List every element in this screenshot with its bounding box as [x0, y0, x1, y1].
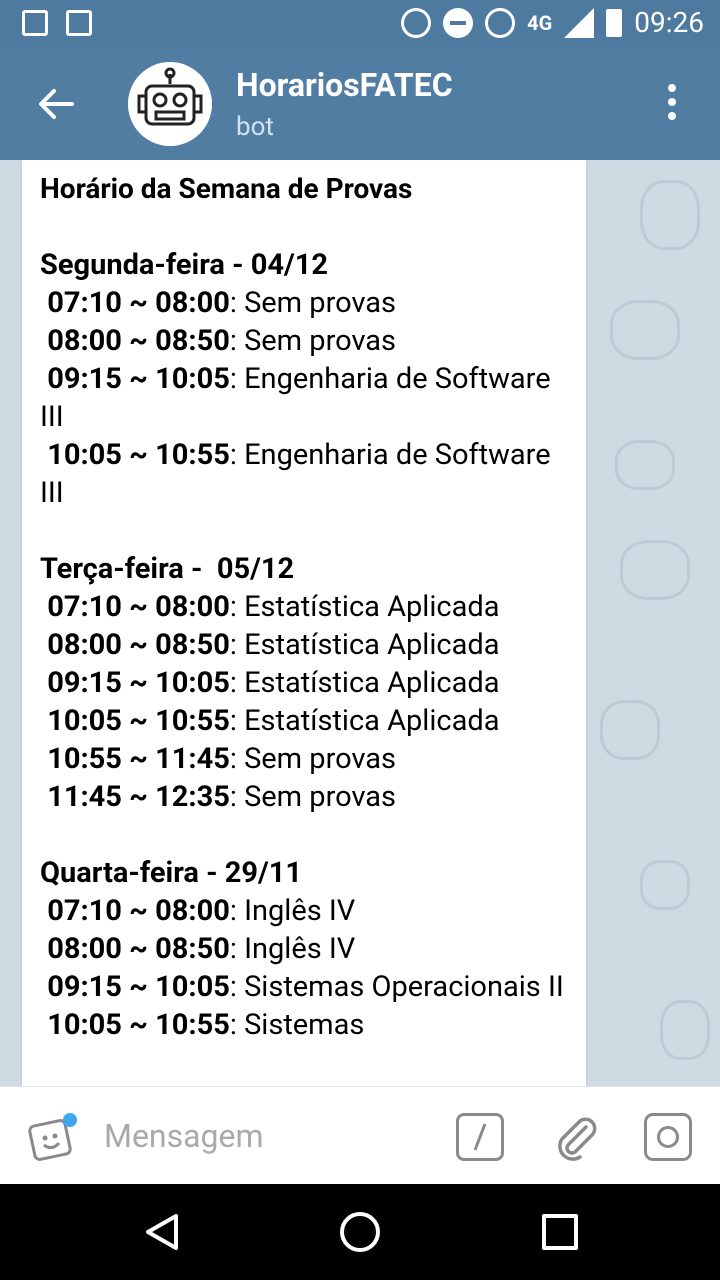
battery-icon [606, 8, 623, 37]
schedule-line: 08:00 ~ 08:50: Estatística Aplicada [47, 628, 500, 662]
day-heading: Segunda-feira - 04/12 [40, 248, 329, 282]
image-notification-icon [22, 10, 48, 36]
schedule-line: 07:10 ~ 08:00: Inglês IV [47, 894, 356, 928]
schedule-line: 07:10 ~ 08:00: Estatística Aplicada [47, 590, 500, 624]
background-doodle [640, 860, 690, 910]
network-type: 4G [527, 10, 553, 35]
schedule-line: 09:15 ~ 10:05: Sistemas Operacionais II [47, 970, 564, 1004]
schedule-line: 10:05 ~ 10:55: Estatística Aplicada [47, 704, 500, 738]
system-nav-bar [0, 1184, 720, 1280]
schedule-line: 08:00 ~ 08:50: Sem provas [47, 324, 397, 358]
paperclip-icon[interactable] [552, 1113, 600, 1161]
nav-recents-icon[interactable] [542, 1214, 578, 1250]
signal-icon [564, 7, 595, 38]
schedule-line: 07:10 ~ 08:00: Sem provas [47, 286, 397, 320]
gmail-notification-icon [66, 10, 92, 36]
clock: 09:26 [634, 6, 704, 39]
nav-home-icon[interactable] [340, 1212, 380, 1252]
status-bar: 4G 09:26 [0, 0, 720, 48]
chat-header: HorariosFATEC bot [0, 48, 720, 160]
schedule-line: 10:05 ~ 10:55: Engenharia de Software II… [40, 438, 551, 510]
background-doodle [600, 700, 660, 760]
chat-area[interactable]: Horário da Semana de Provas Segunda-feir… [0, 160, 720, 1086]
background-doodle [610, 300, 680, 360]
schedule-line: 10:05 ~ 10:55: Sistemas [47, 1008, 365, 1042]
alarm-icon [485, 7, 516, 38]
background-doodle [615, 440, 675, 490]
day-heading: Quarta-feira - 29/11 [40, 856, 303, 890]
bot-avatar[interactable] [128, 62, 212, 146]
schedule-line: 11:45 ~ 12:35: Sem provas [47, 780, 397, 814]
message-input-bar: Mensagem [0, 1086, 720, 1184]
camera-icon[interactable] [644, 1113, 692, 1161]
schedule-line: 10:55 ~ 11:45: Sem provas [47, 742, 397, 776]
day-heading: Terça-feira - 05/12 [40, 552, 295, 586]
schedule-line: 09:15 ~ 10:05: Engenharia de Software II… [40, 362, 551, 434]
schedule-line: 08:00 ~ 08:50: Inglês IV [47, 932, 356, 966]
chat-subtitle: bot [236, 112, 274, 142]
nav-back-icon[interactable] [142, 1212, 182, 1252]
background-doodle [660, 1000, 710, 1060]
background-doodle [620, 540, 690, 600]
sticker-emoji-icon[interactable] [28, 1113, 78, 1161]
chat-title[interactable]: HorariosFATEC [236, 66, 453, 104]
do-not-disturb-icon [443, 7, 474, 38]
badge-dot [63, 1113, 77, 1127]
background-doodle [640, 180, 700, 250]
message-bubble[interactable]: Horário da Semana de Provas Segunda-feir… [22, 160, 586, 1086]
more-options-icon[interactable] [660, 84, 684, 124]
back-arrow-icon[interactable] [34, 82, 78, 126]
schedule-line: 09:15 ~ 10:05: Estatística Aplicada [47, 666, 500, 700]
bot-command-icon[interactable] [456, 1113, 504, 1161]
message-title: Horário da Semana de Provas [40, 172, 413, 205]
hotspot-icon [401, 7, 432, 38]
message-input[interactable]: Mensagem [104, 1117, 264, 1155]
